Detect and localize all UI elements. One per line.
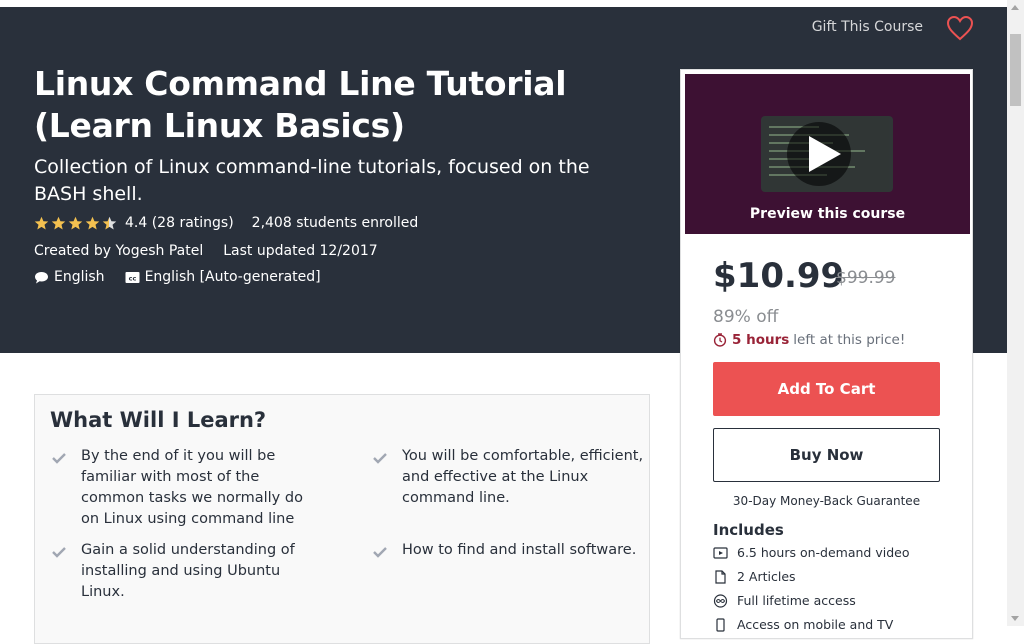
course-captions: English [Auto-generated]: [144, 269, 321, 285]
buy-now-button[interactable]: Buy Now: [713, 428, 940, 482]
includes-item-label: Full lifetime access: [737, 593, 856, 608]
course-preview[interactable]: Preview this course: [685, 74, 970, 234]
learn-item: How to find and install software.: [402, 542, 637, 558]
course-language: English: [54, 269, 105, 285]
students-enrolled: 2,408 students enrolled: [251, 215, 419, 231]
mobile-icon: [716, 617, 725, 632]
course-subtitle: Collection of Linux command-line tutoria…: [34, 156, 590, 205]
scroll-up-arrow-icon[interactable]: [1011, 5, 1019, 10]
page-scrollbar[interactable]: [1007, 0, 1024, 626]
gift-course-link[interactable]: Gift This Course: [812, 19, 923, 35]
star-half-icon: [102, 216, 117, 229]
learn-item: Gain a solid understanding of installing…: [81, 542, 295, 600]
includes-item: 6.5 hours on-demand video: [713, 545, 910, 560]
closed-caption-icon: cc: [125, 271, 140, 283]
rating-row: 4.4 (28 ratings) 2,408 students enrolled: [34, 215, 418, 231]
created-by[interactable]: Created by Yogesh Patel: [34, 243, 203, 259]
add-to-cart-button[interactable]: Add To Cart: [713, 362, 940, 416]
last-updated: Last updated 12/2017: [223, 243, 378, 259]
learn-item: By the end of it you will be familiar wi…: [81, 448, 303, 527]
purchase-sidebar: Preview this course $10.99 $99.99 89% of…: [680, 69, 973, 639]
what-you-learn-box: What Will I Learn? By the end of it you …: [34, 394, 650, 644]
timer-hours: 5 hours: [732, 332, 790, 348]
scroll-down-arrow-icon[interactable]: [1011, 616, 1019, 621]
includes-item: Full lifetime access: [713, 593, 856, 608]
timer-text: left at this price!: [793, 332, 906, 348]
discount-percent: 89% off: [713, 307, 779, 327]
top-strip: [0, 0, 1007, 7]
original-price: $99.99: [836, 268, 896, 288]
check-icon: [373, 453, 387, 464]
video-icon: [713, 546, 728, 559]
meta-row: Created by Yogesh Patel Last updated 12/…: [34, 243, 378, 259]
includes-item-label: Access on mobile and TV: [737, 617, 894, 632]
money-back-guarantee: 30-Day Money-Back Guarantee: [732, 494, 921, 508]
price-timer: 5 hours left at this price!: [713, 332, 905, 348]
includes-item: 2 Articles: [713, 569, 796, 584]
scrollbar-thumb[interactable]: [1010, 34, 1021, 106]
heart-icon[interactable]: [946, 15, 974, 41]
star-icon: [68, 216, 83, 229]
play-icon: [809, 136, 841, 172]
language-row: English cc English [Auto-generated]: [34, 269, 321, 285]
includes-title: Includes: [713, 521, 784, 539]
preview-label[interactable]: Preview this course: [685, 206, 970, 222]
course-title: Linux Command Line Tutorial (Learn Linux…: [34, 64, 567, 145]
star-icon: [51, 216, 66, 229]
rating-stars: [34, 216, 117, 231]
star-icon: [85, 216, 100, 229]
learn-item: You will be comfortable, efficient, and …: [402, 448, 644, 506]
current-price: $10.99: [713, 256, 845, 296]
check-icon: [52, 453, 66, 464]
includes-item: Access on mobile and TV: [713, 617, 893, 632]
star-icon: [34, 216, 49, 229]
alarm-clock-icon: [713, 333, 727, 347]
rating-text[interactable]: 4.4 (28 ratings): [125, 215, 234, 231]
check-icon: [373, 547, 387, 558]
infinity-icon: [713, 593, 728, 608]
svg-text:cc: cc: [128, 274, 136, 282]
speech-bubble-icon: [35, 271, 48, 283]
includes-item-label: 2 Articles: [737, 569, 796, 584]
file-icon: [715, 569, 726, 584]
learn-title: What Will I Learn?: [50, 408, 267, 432]
includes-item-label: 6.5 hours on-demand video: [737, 545, 910, 560]
check-icon: [52, 547, 66, 558]
